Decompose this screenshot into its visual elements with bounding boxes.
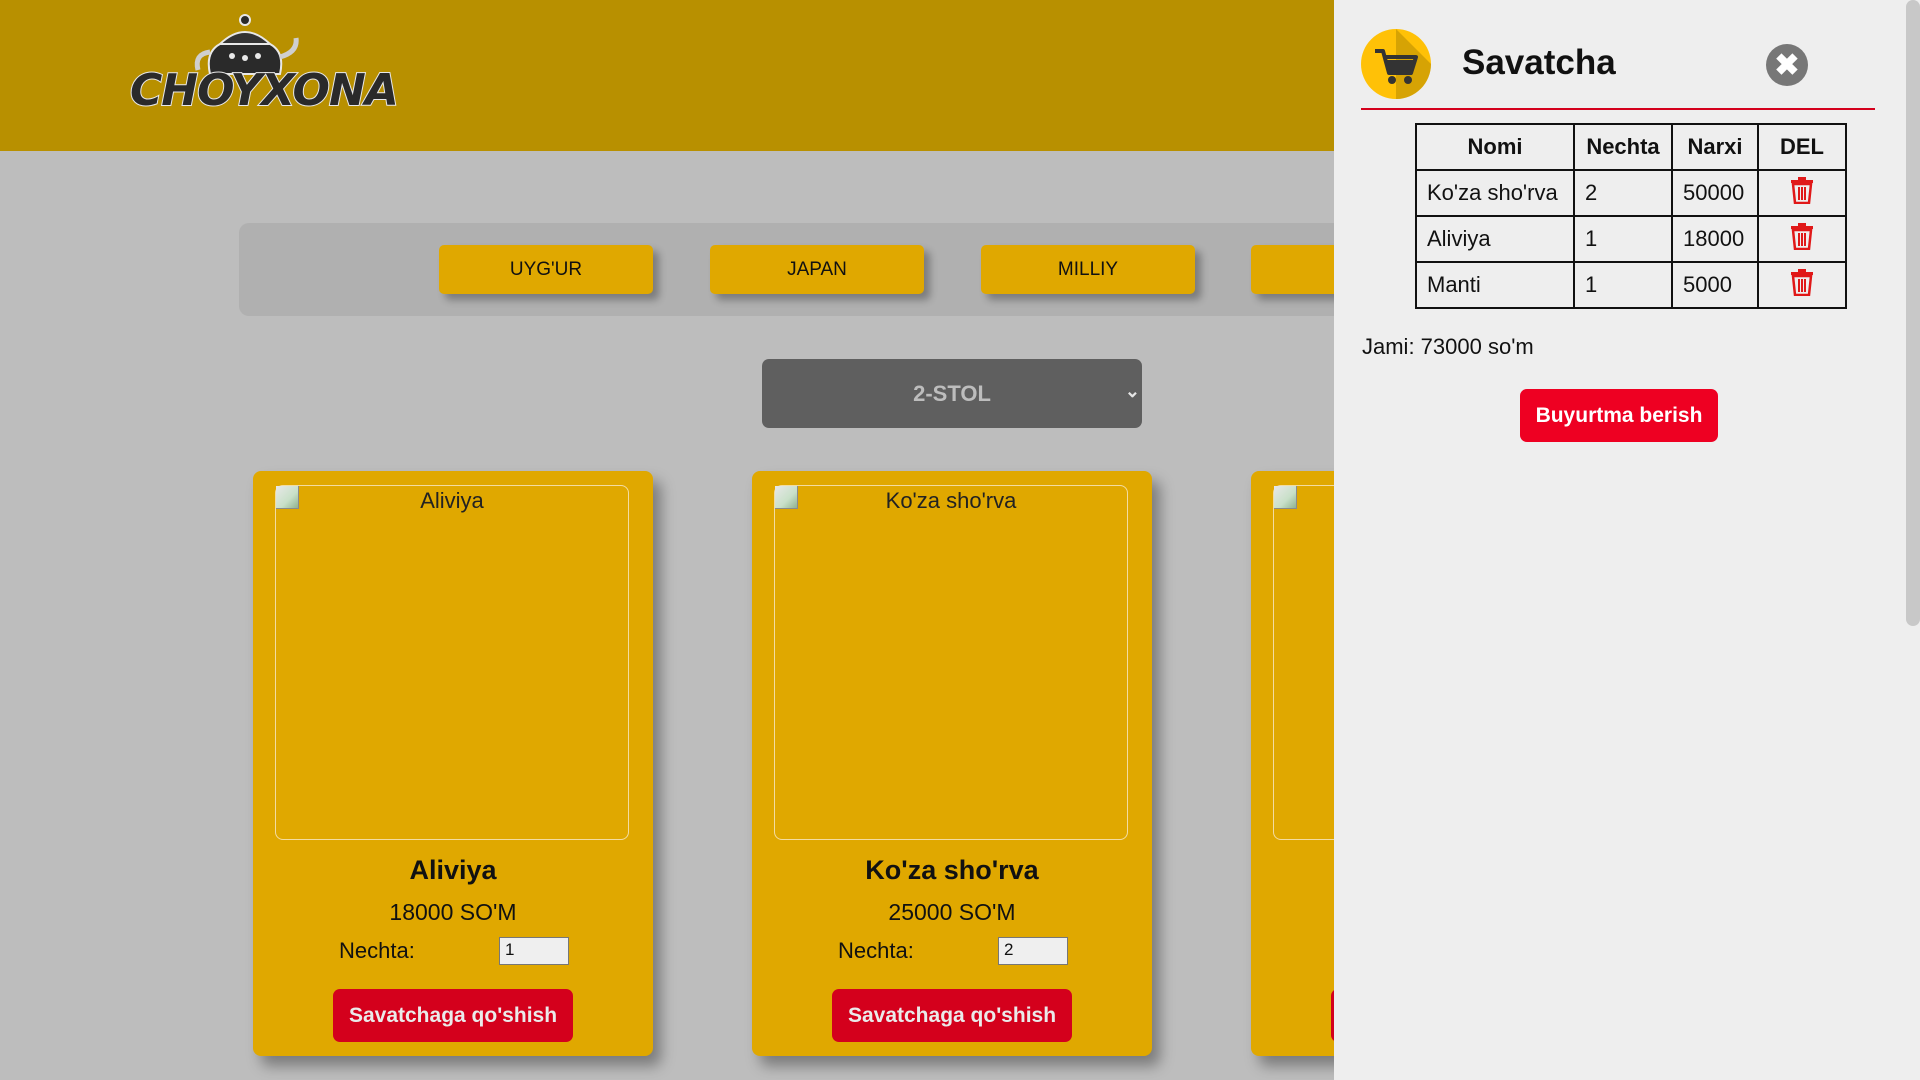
category-button-uygur[interactable]: UYG'UR: [439, 245, 653, 294]
category-button-milliy[interactable]: MILLIY: [981, 245, 1195, 294]
broken-image-icon: [775, 486, 798, 509]
product-image: Ko'za sho'rva: [774, 485, 1128, 840]
table-select-value: 2-STOL: [913, 380, 991, 406]
cart-item-price: 18000: [1671, 215, 1759, 263]
cart-item-name: Aliviya: [1415, 215, 1575, 263]
quantity-label: Nechta:: [838, 938, 914, 963]
column-header-narxi: Narxi: [1671, 123, 1759, 171]
product-image-alt: Aliviya: [420, 488, 484, 513]
cart-table: Nomi Nechta Narxi DEL Ko'za sho'rva 2 50…: [1415, 123, 1847, 309]
table-select[interactable]: 2-STOL ⌄: [762, 359, 1142, 428]
quantity-input[interactable]: 2: [998, 937, 1068, 965]
product-card: Aliviya Aliviya 18000 SO'M Nechta: 1 Sav…: [253, 471, 653, 1056]
table-row: Aliviya 1 18000: [1415, 215, 1847, 263]
cart-divider: [1361, 108, 1875, 110]
cart-panel: Savatcha ✖ Nomi Nechta Narxi DEL Ko'za s…: [1334, 0, 1920, 1080]
cart-table-header: Nomi Nechta Narxi DEL: [1415, 123, 1847, 171]
cart-icon: [1361, 29, 1431, 99]
product-price: 25000 SO'M: [888, 899, 1016, 925]
place-order-button[interactable]: Buyurtma berish: [1520, 389, 1718, 442]
choyxona-logo[interactable]: CHOYXONA: [129, 12, 400, 120]
trash-icon[interactable]: [1757, 169, 1847, 217]
product-name: Ko'za sho'rva: [865, 855, 1039, 885]
column-header-nomi: Nomi: [1415, 123, 1575, 171]
cart-item-qty: 1: [1573, 215, 1673, 263]
add-to-cart-button[interactable]: Savatchaga qo'shish: [832, 989, 1072, 1042]
scrollbar-thumb[interactable]: [1906, 0, 1920, 626]
broken-image-icon: [276, 486, 299, 509]
close-icon[interactable]: ✖: [1766, 44, 1808, 86]
broken-image-icon: [1274, 486, 1297, 509]
cart-item-price: 50000: [1671, 169, 1759, 217]
product-image-alt: Ko'za sho'rva: [885, 488, 1017, 513]
cart-item-price: 5000: [1671, 261, 1759, 309]
product-image: Aliviya: [275, 485, 629, 840]
cart-title: Savatcha: [1462, 43, 1616, 82]
scrollbar[interactable]: [1906, 0, 1920, 1080]
trash-icon[interactable]: [1757, 261, 1847, 309]
product-card: Ko'za sho'rva Ko'za sho'rva 25000 SO'M N…: [752, 471, 1152, 1056]
cart-item-name: Ko'za sho'rva: [1415, 169, 1575, 217]
trash-icon[interactable]: [1757, 215, 1847, 263]
cart-item-qty: 2: [1573, 169, 1673, 217]
column-header-del: DEL: [1757, 123, 1847, 171]
quantity-label: Nechta:: [339, 938, 415, 963]
add-to-cart-button[interactable]: Savatchaga qo'shish: [333, 989, 573, 1042]
quantity-input[interactable]: 1: [499, 937, 569, 965]
cart-item-name: Manti: [1415, 261, 1575, 309]
product-price: 18000 SO'M: [389, 899, 517, 925]
chevron-down-icon: ⌄: [1124, 381, 1140, 401]
table-row: Manti 1 5000: [1415, 261, 1847, 309]
column-header-nechta: Nechta: [1573, 123, 1673, 171]
table-row: Ko'za sho'rva 2 50000: [1415, 169, 1847, 217]
cart-item-qty: 1: [1573, 261, 1673, 309]
cart-total: Jami: 73000 so'm: [1362, 334, 1534, 359]
product-name: Aliviya: [409, 855, 497, 885]
logo-text: CHOYXONA: [129, 64, 400, 117]
category-button-japan[interactable]: JAPAN: [710, 245, 924, 294]
